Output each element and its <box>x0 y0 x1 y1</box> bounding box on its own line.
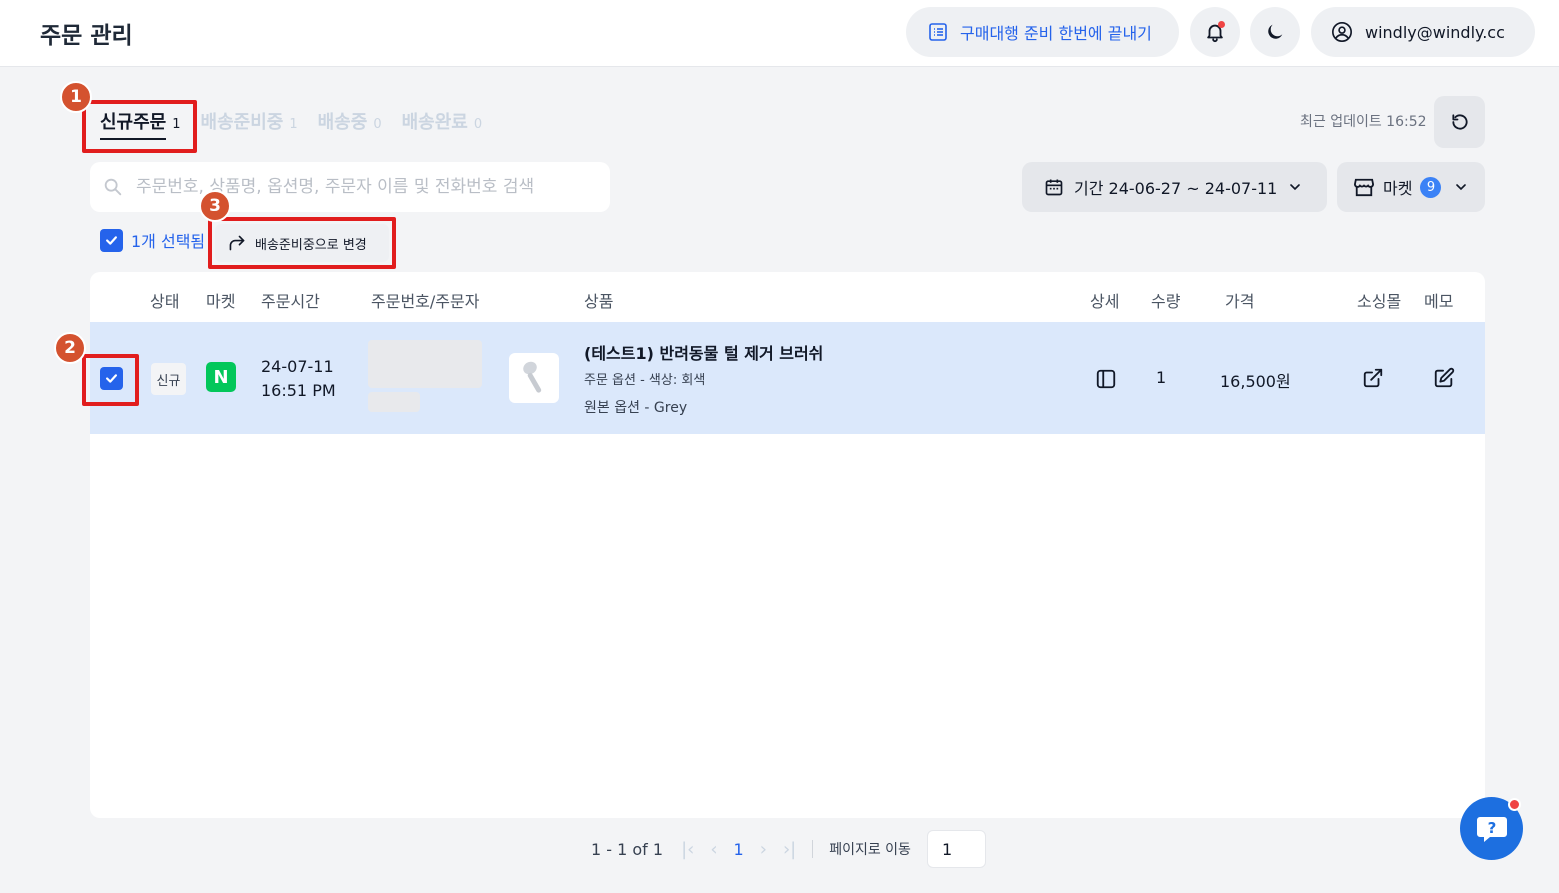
select-all-checkbox[interactable] <box>100 228 123 252</box>
current-page-button[interactable]: 1 <box>734 840 744 859</box>
last-page-icon[interactable]: ›| <box>783 839 796 860</box>
redacted-orderer <box>368 392 420 412</box>
column-header-order-number: 주문번호/주문자 <box>371 292 480 311</box>
column-header-price: 가격 <box>1225 292 1255 311</box>
chevron-down-icon <box>1456 184 1467 191</box>
column-header-order-time: 주문시간 <box>261 292 320 311</box>
period-label: 기간 24-06-27 ~ 24-07-11 <box>1074 179 1278 198</box>
annotation-marker-1: 1 <box>60 81 92 113</box>
selection-bar: 1개 선택됨 <box>100 228 205 252</box>
user-circle-icon <box>1332 22 1352 42</box>
redacted-order-number <box>368 340 482 388</box>
column-header-memo: 메모 <box>1424 292 1454 311</box>
next-page-icon[interactable]: › <box>760 839 767 860</box>
column-header-status: 상태 <box>150 292 180 311</box>
column-header-detail: 상세 <box>1090 292 1120 311</box>
tab-count: 1 <box>289 117 298 132</box>
tab-count: 0 <box>473 117 483 132</box>
order-date: 24-07-11 <box>261 357 334 376</box>
pagination: 1 - 1 of 1 |‹ ‹ 1 › ›| 페이지로 이동 <box>591 830 986 868</box>
goto-page-input[interactable] <box>926 830 986 868</box>
brush-product-icon <box>523 361 542 393</box>
table-row[interactable]: 신규 N 24-07-11 16:51 PM (테스트1) 반려동물 털 제거 … <box>90 322 1485 434</box>
tab-count: 0 <box>373 117 382 132</box>
checkmark-icon <box>106 235 117 245</box>
search-icon <box>104 178 122 196</box>
notification-dot <box>1218 21 1225 28</box>
chevron-down-icon <box>1290 184 1301 191</box>
selected-count-text: 1개 선택됨 <box>131 232 206 251</box>
status-badge: 신규 <box>151 363 186 395</box>
edit-icon <box>1434 367 1455 388</box>
store-icon <box>1353 178 1375 197</box>
highlight-row-checkbox <box>82 354 139 406</box>
sourcing-mall-link[interactable] <box>1362 367 1384 393</box>
goto-page-label: 페이지로 이동 <box>829 842 911 858</box>
last-update-text: 최근 업데이트 16:52 <box>1300 114 1427 130</box>
highlight-change-button <box>208 217 396 269</box>
notification-button[interactable] <box>1190 7 1240 57</box>
tab-delivered[interactable]: 배송완료 0 <box>402 108 483 134</box>
account-email: windly@windly.cc <box>1365 22 1505 42</box>
naver-market-logo: N <box>206 362 236 392</box>
price-value: 16,500원 <box>1220 372 1291 391</box>
external-link-icon <box>1363 368 1383 388</box>
column-header-quantity: 수량 <box>1151 292 1181 311</box>
product-thumbnail[interactable] <box>509 353 559 403</box>
list-icon <box>929 23 947 41</box>
market-count-badge: 9 <box>1420 176 1442 198</box>
refresh-button[interactable] <box>1434 96 1485 148</box>
help-question-icon: ? <box>1476 816 1507 842</box>
tab-label: 배송준비중 <box>200 112 284 133</box>
column-header-sourcing-mall: 소싱몰 <box>1357 292 1402 311</box>
highlight-new-orders-tab <box>82 100 197 153</box>
tab-label: 배송중 <box>317 112 368 133</box>
quantity-value: 1 <box>1156 368 1167 387</box>
order-clock-time: 16:51 PM <box>261 381 336 400</box>
order-time: 24-07-11 16:51 PM <box>261 355 336 403</box>
calendar-icon <box>1045 179 1063 196</box>
market-label: 마켓 <box>1383 179 1413 198</box>
page-title: 주문 관리 <box>40 23 133 49</box>
product-name: (테스트1) 반려동물 털 제거 브러쉬 <box>584 344 824 363</box>
top-header: 주문 관리 구매대행 준비 한번에 끝내기 windly@windly.cc <box>0 0 1559 67</box>
market-filter-button[interactable]: 마켓 9 <box>1337 162 1485 212</box>
help-notification-dot <box>1508 798 1521 811</box>
page-range-text: 1 - 1 of 1 <box>591 839 664 859</box>
side-panel-icon <box>1096 369 1116 389</box>
tab-preparing[interactable]: 배송준비중 1 <box>201 108 298 134</box>
promo-label: 구매대행 준비 한번에 끝내기 <box>960 24 1152 43</box>
period-filter-button[interactable]: 기간 24-06-27 ~ 24-07-11 <box>1022 162 1327 212</box>
orders-table: 상태 마켓 주문시간 주문번호/주문자 상품 상세 수량 가격 소싱몰 메모 신… <box>90 272 1485 818</box>
column-header-product: 상품 <box>584 292 614 311</box>
search-box <box>90 162 610 212</box>
theme-toggle-button[interactable] <box>1250 7 1300 57</box>
pagination-divider <box>812 840 814 858</box>
prev-page-icon[interactable]: ‹ <box>710 839 717 860</box>
promo-button[interactable]: 구매대행 준비 한번에 끝내기 <box>906 7 1179 57</box>
original-option: 원본 옵션 - Grey <box>584 400 688 416</box>
annotation-marker-2: 2 <box>54 332 86 364</box>
first-page-icon[interactable]: |‹ <box>681 839 694 860</box>
moon-icon <box>1268 24 1283 39</box>
annotation-marker-3: 3 <box>199 190 231 222</box>
account-button[interactable]: windly@windly.cc <box>1311 7 1535 57</box>
svg-text:?: ? <box>1487 819 1496 837</box>
memo-button[interactable] <box>1433 367 1455 393</box>
tab-shipping[interactable]: 배송중 0 <box>318 108 382 134</box>
order-option: 주문 옵션 - 색상: 회색 <box>584 373 706 388</box>
tab-label: 배송완료 <box>401 112 468 133</box>
column-header-market: 마켓 <box>206 292 236 311</box>
refresh-icon <box>1451 114 1468 130</box>
detail-panel-button[interactable] <box>1095 368 1117 394</box>
